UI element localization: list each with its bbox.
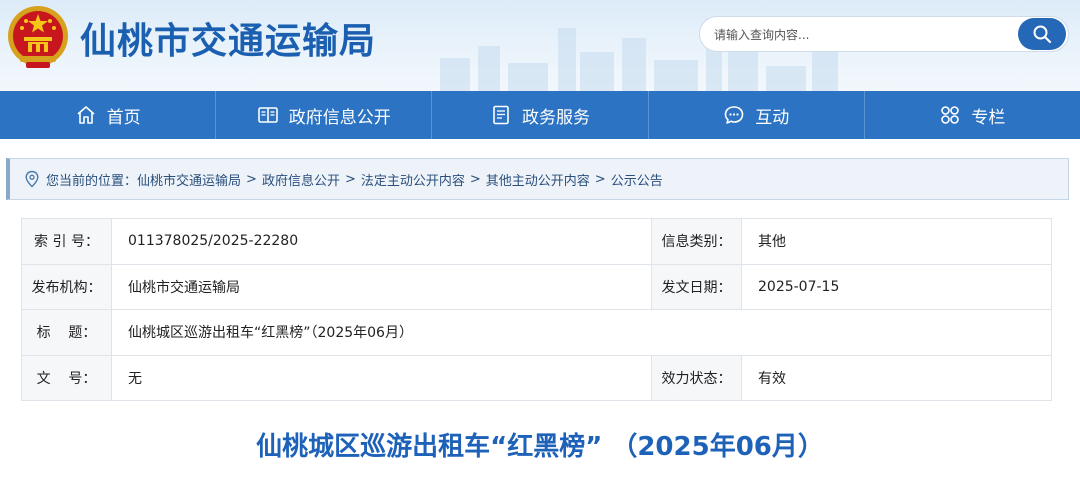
breadcrumb: 您当前的位置： 仙桃市交通运输局 > 政府信息公开 > 法定主动公开内容 > 其… xyxy=(6,158,1069,200)
search-box xyxy=(699,16,1069,52)
status-value: 有效 xyxy=(741,354,1052,401)
nav-item-label: 互动 xyxy=(755,107,790,128)
breadcrumb-link-other[interactable]: 其他主动公开内容 xyxy=(486,170,590,189)
index-label: 索 引 号： xyxy=(21,218,112,265)
table-row: 标 题： 仙桃城区巡游出租车“红黑榜”（2025年06月） xyxy=(21,309,1052,356)
table-row: 文 号： 无 效力状态： 有效 xyxy=(21,354,1052,401)
table-row: 发布机构： 仙桃市交通运输局 发文日期： 2025-07-15 xyxy=(21,263,1052,310)
index-value: 011378025/2025-22280 xyxy=(111,218,652,265)
breadcrumb-link-statutory[interactable]: 法定主动公开内容 xyxy=(361,170,465,189)
nav-item-label: 政务服务 xyxy=(522,107,590,128)
nav-item-columns[interactable]: 专栏 xyxy=(865,91,1080,139)
grid-icon xyxy=(941,106,960,124)
status-label: 效力状态： xyxy=(651,354,742,401)
breadcrumb-separator: > xyxy=(344,171,356,187)
nav-item-interaction[interactable]: 互动 xyxy=(649,91,865,139)
title-value: 仙桃城区巡游出租车“红黑榜”（2025年06月） xyxy=(111,309,1052,356)
nav-item-gov-info[interactable]: 政府信息公开 xyxy=(216,91,433,139)
title-label: 标 题： xyxy=(21,309,112,356)
book-icon xyxy=(257,107,278,123)
main-nav: 首页 政府信息公开 政务服务 互动 专栏 xyxy=(0,91,1080,139)
breadcrumb-separator: > xyxy=(246,171,257,187)
breadcrumb-prefix: 您当前的位置： xyxy=(46,173,138,189)
publisher-label: 发布机构： xyxy=(21,263,112,310)
breadcrumb-separator: > xyxy=(594,171,606,187)
home-icon xyxy=(77,106,95,124)
nav-item-home[interactable]: 首页 xyxy=(0,91,217,139)
search-input[interactable] xyxy=(714,25,1014,45)
page: 仙桃市交通运输局 首页 xyxy=(0,0,1080,487)
docno-label: 文 号： xyxy=(21,354,112,401)
search-button[interactable] xyxy=(1018,18,1066,50)
publisher-value: 仙桃市交通运输局 xyxy=(111,263,652,310)
date-label: 发文日期： xyxy=(651,263,742,310)
breadcrumb-separator: > xyxy=(469,171,481,187)
location-pin-icon xyxy=(25,170,39,188)
search-icon xyxy=(1033,25,1052,44)
breadcrumb-link-home[interactable]: 仙桃市交通运输局 xyxy=(137,170,241,189)
date-value: 2025-07-15 xyxy=(741,263,1052,310)
nav-item-label: 专栏 xyxy=(971,107,1006,128)
article-title: 仙桃城区巡游出租车“红黑榜” （2025年06月） xyxy=(256,432,824,462)
breadcrumb-link-announcements[interactable]: 公示公告 xyxy=(611,170,663,189)
site-title[interactable]: 仙桃市交通运输局 xyxy=(80,12,376,64)
document-icon xyxy=(493,105,509,125)
category-value: 其他 xyxy=(741,218,1052,265)
national-emblem-logo xyxy=(8,6,68,68)
document-info-table: 索 引 号： 011378025/2025-22280 信息类别： 其他 发布机… xyxy=(21,218,1052,401)
docno-value: 无 xyxy=(111,354,652,401)
nav-item-label: 首页 xyxy=(106,107,141,128)
breadcrumb-link-gov-info[interactable]: 政府信息公开 xyxy=(262,170,340,189)
chat-icon xyxy=(724,106,744,124)
category-label: 信息类别： xyxy=(651,218,742,265)
nav-item-label: 政府信息公开 xyxy=(288,107,391,128)
site-header: 仙桃市交通运输局 xyxy=(0,0,1080,91)
table-row: 索 引 号： 011378025/2025-22280 信息类别： 其他 xyxy=(21,218,1052,265)
nav-item-services[interactable]: 政务服务 xyxy=(432,91,649,139)
